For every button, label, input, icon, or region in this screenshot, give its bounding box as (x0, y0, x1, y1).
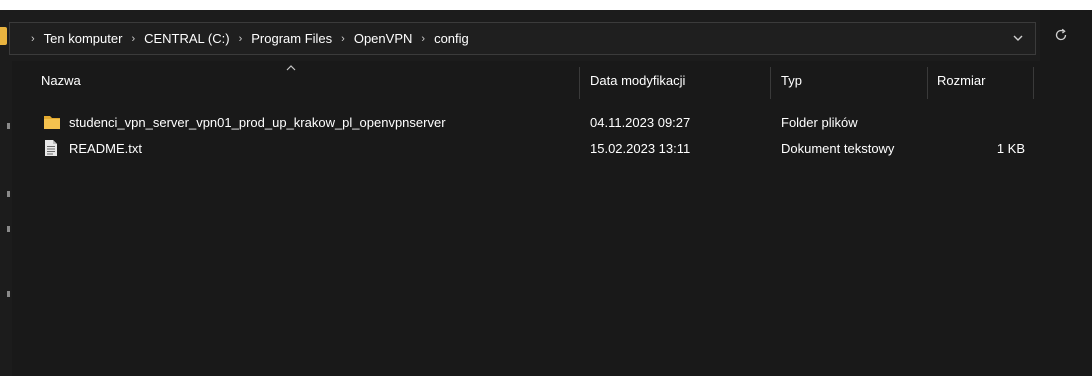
breadcrumb-item-program-files[interactable]: Program Files (251, 31, 332, 46)
breadcrumb-separator[interactable]: › (332, 33, 354, 45)
breadcrumb-separator[interactable]: › (122, 33, 144, 45)
nav-pane-marker (7, 226, 10, 232)
navigation-pane-edge[interactable] (0, 61, 12, 376)
sort-ascending-icon (286, 63, 296, 74)
column-headers: Nazwa Data modyfikacji Typ Rozmiar (12, 61, 1092, 99)
nav-pane-marker (7, 191, 10, 197)
address-bar[interactable]: › Ten komputer › CENTRAL (C:) › Program … (9, 22, 1036, 55)
file-type: Folder plików (781, 115, 858, 130)
breadcrumb-separator: › (31, 32, 35, 45)
column-header-type[interactable]: Typ (781, 71, 802, 91)
nav-pane-marker (7, 291, 10, 297)
column-divider[interactable] (1033, 67, 1034, 99)
breadcrumb-item-ten-komputer[interactable]: Ten komputer (44, 31, 123, 46)
column-divider[interactable] (579, 67, 580, 99)
breadcrumb-separator[interactable]: › (230, 33, 252, 45)
list-item[interactable]: README.txt 15.02.2023 13:11 Dokument tek… (12, 138, 1092, 160)
chevron-down-icon[interactable] (1011, 32, 1025, 46)
list-item[interactable]: studenci_vpn_server_vpn01_prod_up_krakow… (12, 112, 1092, 134)
breadcrumb-item-config[interactable]: config (434, 31, 469, 46)
breadcrumb: › Ten komputer › CENTRAL (C:) › Program … (10, 23, 469, 54)
file-size: 1 KB (996, 141, 1025, 156)
text-file-icon (43, 139, 59, 157)
breadcrumb-separator[interactable]: › (412, 33, 434, 45)
breadcrumb-item-central-c[interactable]: CENTRAL (C:) (144, 31, 229, 46)
nav-pane-marker (7, 123, 10, 129)
folder-icon (0, 27, 7, 45)
column-header-name[interactable]: Nazwa (41, 71, 81, 91)
file-size (979, 114, 1025, 132)
column-divider[interactable] (927, 67, 928, 99)
file-name: studenci_vpn_server_vpn01_prod_up_krakow… (69, 115, 446, 130)
column-header-date[interactable]: Data modyfikacji (590, 71, 685, 91)
file-type: Dokument tekstowy (781, 141, 895, 156)
file-date: 15.02.2023 13:11 (590, 141, 691, 156)
file-explorer-window: › Ten komputer › CENTRAL (C:) › Program … (0, 0, 1092, 376)
column-divider[interactable] (770, 67, 771, 99)
window-top-edge (0, 0, 1092, 10)
folder-icon (43, 113, 60, 131)
file-list: Nazwa Data modyfikacji Typ Rozmiar stude… (12, 61, 1092, 376)
file-name: README.txt (69, 141, 142, 156)
file-date: 04.11.2023 09:27 (590, 115, 691, 130)
refresh-icon[interactable] (1046, 22, 1076, 52)
column-header-size[interactable]: Rozmiar (937, 71, 985, 91)
address-bar-region: › Ten komputer › CENTRAL (C:) › Program … (0, 10, 1040, 61)
breadcrumb-item-openvpn[interactable]: OpenVPN (354, 31, 413, 46)
